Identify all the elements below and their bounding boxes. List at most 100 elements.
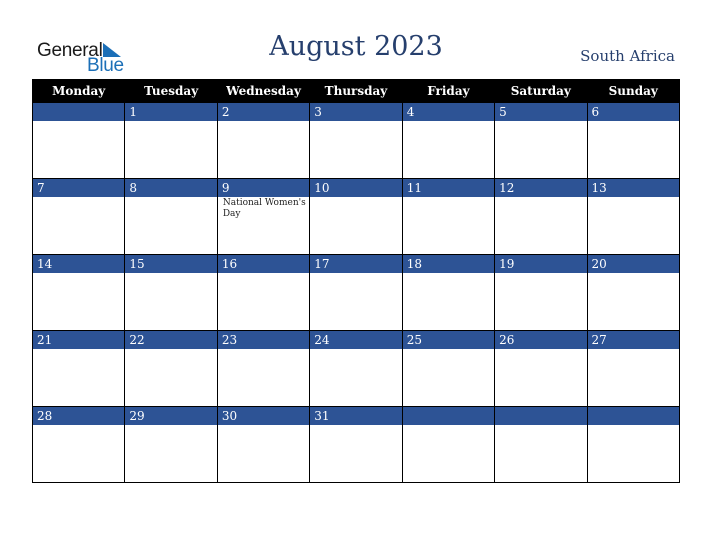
day-number: 6	[591, 105, 600, 119]
day-number-cell: 8	[124, 178, 218, 197]
day-cell[interactable]	[401, 349, 496, 407]
day-cell[interactable]	[494, 349, 588, 407]
day-number-cell: 27	[586, 330, 681, 349]
holiday-event	[495, 121, 586, 122]
holiday-event: National Women's Day	[222, 198, 306, 219]
holiday-event	[125, 349, 216, 350]
holiday-event	[588, 349, 679, 350]
holiday-event	[310, 197, 401, 198]
day-number: 20	[591, 257, 607, 271]
day-cell[interactable]	[216, 349, 311, 407]
day-cell[interactable]	[124, 121, 218, 179]
day-cell[interactable]: National Women's Day	[216, 197, 311, 255]
day-cell[interactable]	[401, 197, 496, 255]
day-number: 29	[129, 409, 145, 423]
day-cell[interactable]	[586, 273, 681, 331]
day-number: 7	[37, 181, 45, 195]
week-date-row: 28 29 30 31	[31, 406, 681, 425]
week-date-row: 14 15 16 17 18 19 20	[31, 254, 681, 273]
day-cell[interactable]	[31, 349, 126, 407]
day-cell[interactable]	[586, 349, 681, 407]
day-number: 9	[221, 181, 230, 195]
day-number-cell	[31, 102, 126, 121]
day-number-cell: 15	[124, 254, 218, 273]
day-number: 5	[499, 105, 507, 119]
day-cell[interactable]	[309, 273, 403, 331]
holiday-event	[495, 197, 586, 198]
day-cell[interactable]	[31, 121, 126, 179]
weekday-header: Tuesday	[124, 79, 218, 103]
day-cell[interactable]	[31, 425, 126, 483]
day-cell[interactable]	[494, 425, 588, 483]
day-cell[interactable]	[309, 197, 403, 255]
day-number: 17	[314, 257, 330, 271]
holiday-event	[403, 121, 494, 122]
week-body-row	[31, 425, 681, 483]
holiday-event	[310, 121, 401, 122]
day-number: 23	[221, 333, 238, 347]
day-number-cell: 18	[401, 254, 496, 273]
holiday-event	[403, 197, 494, 198]
day-cell[interactable]	[31, 273, 126, 331]
holiday-event	[495, 425, 586, 426]
day-number-cell: 3	[309, 102, 403, 121]
day-number-cell: 24	[309, 330, 403, 349]
day-cell[interactable]	[401, 425, 496, 483]
day-cell[interactable]	[31, 197, 126, 255]
day-cell[interactable]	[494, 273, 588, 331]
day-cell[interactable]	[124, 197, 218, 255]
holiday-event	[588, 121, 679, 122]
calendar-grid: Monday Tuesday Wednesday Thursday Friday…	[31, 79, 681, 483]
day-cell[interactable]	[309, 121, 403, 179]
day-cell[interactable]	[309, 425, 403, 483]
day-cell[interactable]	[216, 273, 311, 331]
day-number: 30	[221, 409, 238, 423]
day-number: 12	[499, 181, 515, 195]
weekday-header: Wednesday	[216, 79, 311, 103]
day-number-cell: 5	[494, 102, 588, 121]
holiday-event	[33, 273, 124, 274]
day-cell[interactable]	[494, 197, 588, 255]
holiday-event	[310, 349, 401, 350]
day-cell[interactable]	[124, 425, 218, 483]
day-number: 22	[129, 333, 145, 347]
day-cell[interactable]	[401, 121, 496, 179]
day-number-cell: 21	[31, 330, 126, 349]
day-cell[interactable]	[216, 425, 311, 483]
day-number: 8	[129, 181, 138, 195]
day-number-cell: 2	[216, 102, 311, 121]
weekday-header: Monday	[31, 79, 126, 103]
holiday-event	[125, 197, 216, 198]
holiday-event	[588, 273, 679, 274]
week-date-row: 1 2 3 4 5 6	[31, 102, 681, 121]
day-cell[interactable]	[124, 273, 218, 331]
day-number-cell: 29	[124, 406, 218, 425]
day-number-cell	[494, 406, 588, 425]
day-cell[interactable]	[309, 349, 403, 407]
day-cell[interactable]	[586, 197, 681, 255]
day-number: 21	[37, 333, 53, 347]
day-number: 2	[221, 105, 230, 119]
day-number: 28	[37, 409, 53, 423]
day-number-cell: 13	[586, 178, 681, 197]
week-date-row: 7 8 9 10 11 12 13	[31, 178, 681, 197]
day-number: 4	[406, 105, 415, 119]
holiday-event	[33, 425, 124, 426]
day-number: 18	[406, 257, 422, 271]
day-cell[interactable]	[401, 273, 496, 331]
holiday-event	[218, 425, 309, 426]
day-number: 24	[314, 333, 330, 347]
day-number: 14	[37, 257, 53, 271]
day-number: 31	[314, 409, 330, 423]
holiday-event	[403, 349, 494, 350]
day-number-cell: 30	[216, 406, 311, 425]
day-number-cell: 22	[124, 330, 218, 349]
day-cell[interactable]	[216, 121, 311, 179]
week-body-row	[31, 273, 681, 331]
day-cell[interactable]	[494, 121, 588, 179]
day-cell[interactable]	[586, 425, 681, 483]
day-number	[588, 409, 592, 423]
day-cell[interactable]	[586, 121, 681, 179]
day-cell[interactable]	[124, 349, 218, 407]
day-number: 19	[499, 257, 515, 271]
